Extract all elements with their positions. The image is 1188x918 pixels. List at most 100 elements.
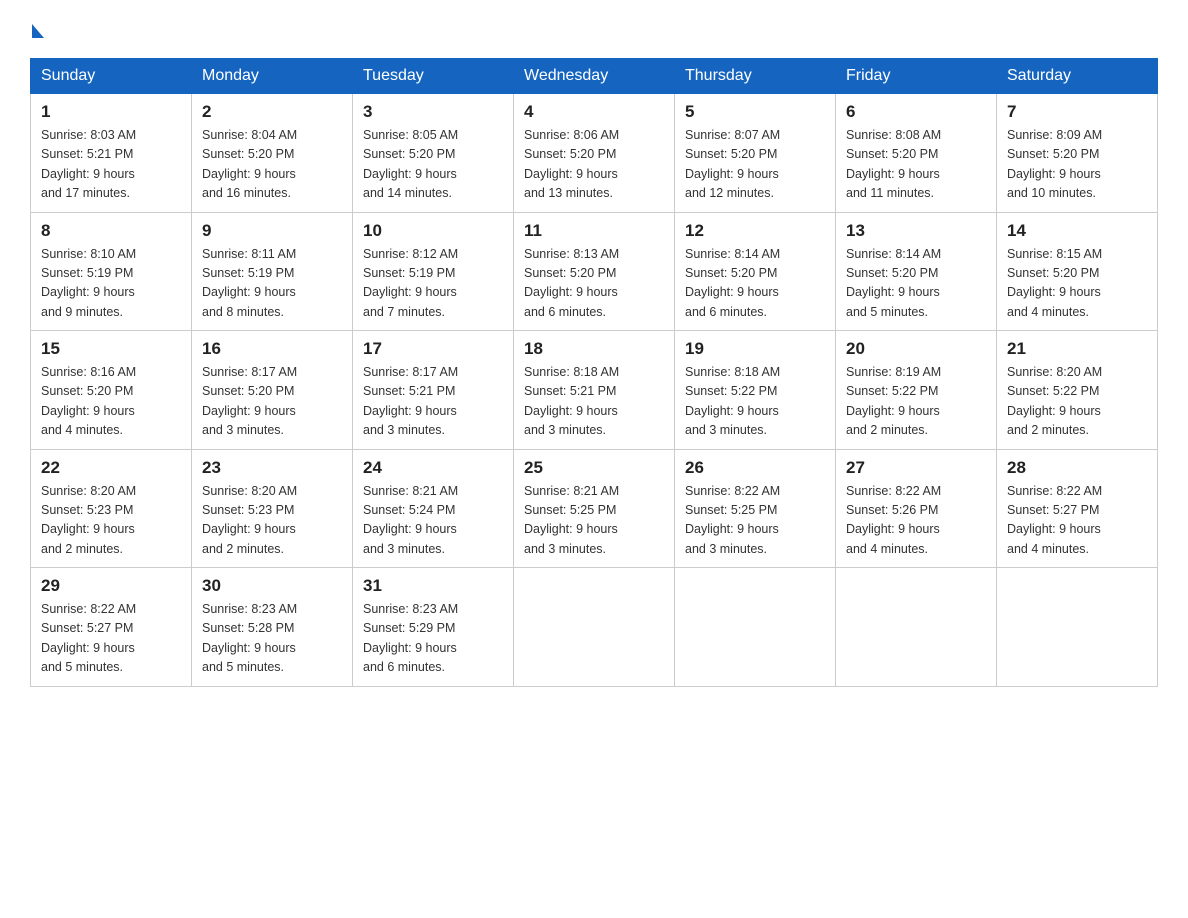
day-info: Sunrise: 8:21 AMSunset: 5:25 PMDaylight:… (524, 482, 664, 560)
calendar-cell: 6 Sunrise: 8:08 AMSunset: 5:20 PMDaylight… (836, 94, 997, 213)
day-number: 5 (685, 102, 825, 122)
day-info: Sunrise: 8:17 AMSunset: 5:20 PMDaylight:… (202, 363, 342, 441)
day-number: 9 (202, 221, 342, 241)
calendar-header: SundayMondayTuesdayWednesdayThursdayFrid… (31, 59, 1158, 94)
calendar-cell: 20Sunrise: 8:19 AMSunset: 5:22 PMDayligh… (836, 331, 997, 450)
calendar-cell: 23Sunrise: 8:20 AMSunset: 5:23 PMDayligh… (192, 449, 353, 568)
day-number: 3 (363, 102, 503, 122)
day-number: 2 (202, 102, 342, 122)
day-number: 8 (41, 221, 181, 241)
calendar-body: 1 Sunrise: 8:03 AMSunset: 5:21 PMDaylight… (31, 94, 1158, 687)
day-info: Sunrise: 8:04 AMSunset: 5:20 PMDaylight:… (202, 126, 342, 204)
day-info: Sunrise: 8:20 AMSunset: 5:22 PMDaylight:… (1007, 363, 1147, 441)
day-info: Sunrise: 8:14 AMSunset: 5:20 PMDaylight:… (846, 245, 986, 323)
calendar-cell: 30 Sunrise: 8:23 AMSunset: 5:28 PMDayligh… (192, 568, 353, 687)
calendar-cell: 2 Sunrise: 8:04 AMSunset: 5:20 PMDaylight… (192, 94, 353, 213)
calendar-cell: 12 Sunrise: 8:14 AMSunset: 5:20 PMDayligh… (675, 212, 836, 331)
logo-arrow-icon (32, 24, 44, 38)
calendar-week-row: 15Sunrise: 8:16 AMSunset: 5:20 PMDayligh… (31, 331, 1158, 450)
calendar-week-row: 1 Sunrise: 8:03 AMSunset: 5:21 PMDaylight… (31, 94, 1158, 213)
calendar-cell: 22 Sunrise: 8:20 AMSunset: 5:23 PMDayligh… (31, 449, 192, 568)
calendar-cell (997, 568, 1158, 687)
calendar-cell: 18 Sunrise: 8:18 AMSunset: 5:21 PMDayligh… (514, 331, 675, 450)
weekday-header-friday: Friday (836, 59, 997, 94)
day-info: Sunrise: 8:06 AMSunset: 5:20 PMDaylight:… (524, 126, 664, 204)
calendar-week-row: 22 Sunrise: 8:20 AMSunset: 5:23 PMDayligh… (31, 449, 1158, 568)
calendar-cell: 10 Sunrise: 8:12 AMSunset: 5:19 PMDayligh… (353, 212, 514, 331)
day-info: Sunrise: 8:03 AMSunset: 5:21 PMDaylight:… (41, 126, 181, 204)
calendar-cell: 1 Sunrise: 8:03 AMSunset: 5:21 PMDaylight… (31, 94, 192, 213)
weekday-header-thursday: Thursday (675, 59, 836, 94)
day-info: Sunrise: 8:14 AMSunset: 5:20 PMDaylight:… (685, 245, 825, 323)
day-number: 16 (202, 339, 342, 359)
day-number: 11 (524, 221, 664, 241)
calendar-cell: 17 Sunrise: 8:17 AMSunset: 5:21 PMDayligh… (353, 331, 514, 450)
day-info: Sunrise: 8:07 AMSunset: 5:20 PMDaylight:… (685, 126, 825, 204)
calendar-cell: 3 Sunrise: 8:05 AMSunset: 5:20 PMDaylight… (353, 94, 514, 213)
day-number: 24 (363, 458, 503, 478)
day-info: Sunrise: 8:23 AMSunset: 5:28 PMDaylight:… (202, 600, 342, 678)
day-info: Sunrise: 8:18 AMSunset: 5:21 PMDaylight:… (524, 363, 664, 441)
day-info: Sunrise: 8:18 AMSunset: 5:22 PMDaylight:… (685, 363, 825, 441)
day-number: 21 (1007, 339, 1147, 359)
calendar-cell: 25Sunrise: 8:21 AMSunset: 5:25 PMDayligh… (514, 449, 675, 568)
day-info: Sunrise: 8:21 AMSunset: 5:24 PMDaylight:… (363, 482, 503, 560)
calendar-cell: 14Sunrise: 8:15 AMSunset: 5:20 PMDayligh… (997, 212, 1158, 331)
day-number: 22 (41, 458, 181, 478)
calendar-cell: 19 Sunrise: 8:18 AMSunset: 5:22 PMDayligh… (675, 331, 836, 450)
day-info: Sunrise: 8:13 AMSunset: 5:20 PMDaylight:… (524, 245, 664, 323)
calendar-cell: 31 Sunrise: 8:23 AMSunset: 5:29 PMDayligh… (353, 568, 514, 687)
logo (30, 20, 44, 38)
day-number: 28 (1007, 458, 1147, 478)
calendar-week-row: 29Sunrise: 8:22 AMSunset: 5:27 PMDayligh… (31, 568, 1158, 687)
calendar-cell: 29Sunrise: 8:22 AMSunset: 5:27 PMDayligh… (31, 568, 192, 687)
calendar-cell (836, 568, 997, 687)
day-number: 30 (202, 576, 342, 596)
day-number: 27 (846, 458, 986, 478)
day-info: Sunrise: 8:12 AMSunset: 5:19 PMDaylight:… (363, 245, 503, 323)
calendar-cell: 13Sunrise: 8:14 AMSunset: 5:20 PMDayligh… (836, 212, 997, 331)
day-info: Sunrise: 8:10 AMSunset: 5:19 PMDaylight:… (41, 245, 181, 323)
day-number: 31 (363, 576, 503, 596)
day-number: 14 (1007, 221, 1147, 241)
weekday-header-tuesday: Tuesday (353, 59, 514, 94)
calendar-cell: 28 Sunrise: 8:22 AMSunset: 5:27 PMDayligh… (997, 449, 1158, 568)
day-info: Sunrise: 8:22 AMSunset: 5:25 PMDaylight:… (685, 482, 825, 560)
calendar-cell (514, 568, 675, 687)
weekday-header-wednesday: Wednesday (514, 59, 675, 94)
calendar-cell: 24 Sunrise: 8:21 AMSunset: 5:24 PMDayligh… (353, 449, 514, 568)
calendar-cell (675, 568, 836, 687)
calendar-cell: 21 Sunrise: 8:20 AMSunset: 5:22 PMDayligh… (997, 331, 1158, 450)
day-info: Sunrise: 8:22 AMSunset: 5:26 PMDaylight:… (846, 482, 986, 560)
day-info: Sunrise: 8:17 AMSunset: 5:21 PMDaylight:… (363, 363, 503, 441)
calendar-table: SundayMondayTuesdayWednesdayThursdayFrid… (30, 58, 1158, 687)
day-info: Sunrise: 8:08 AMSunset: 5:20 PMDaylight:… (846, 126, 986, 204)
calendar-cell: 27 Sunrise: 8:22 AMSunset: 5:26 PMDayligh… (836, 449, 997, 568)
day-info: Sunrise: 8:09 AMSunset: 5:20 PMDaylight:… (1007, 126, 1147, 204)
day-info: Sunrise: 8:05 AMSunset: 5:20 PMDaylight:… (363, 126, 503, 204)
weekday-header-saturday: Saturday (997, 59, 1158, 94)
weekday-header-sunday: Sunday (31, 59, 192, 94)
weekday-header-row: SundayMondayTuesdayWednesdayThursdayFrid… (31, 59, 1158, 94)
calendar-cell: 15Sunrise: 8:16 AMSunset: 5:20 PMDayligh… (31, 331, 192, 450)
calendar-cell: 5 Sunrise: 8:07 AMSunset: 5:20 PMDaylight… (675, 94, 836, 213)
day-info: Sunrise: 8:22 AMSunset: 5:27 PMDaylight:… (1007, 482, 1147, 560)
day-number: 10 (363, 221, 503, 241)
calendar-cell: 16 Sunrise: 8:17 AMSunset: 5:20 PMDayligh… (192, 331, 353, 450)
day-number: 19 (685, 339, 825, 359)
day-number: 12 (685, 221, 825, 241)
day-number: 6 (846, 102, 986, 122)
day-number: 7 (1007, 102, 1147, 122)
calendar-cell: 9Sunrise: 8:11 AMSunset: 5:19 PMDaylight… (192, 212, 353, 331)
day-number: 29 (41, 576, 181, 596)
day-number: 17 (363, 339, 503, 359)
day-number: 15 (41, 339, 181, 359)
day-number: 26 (685, 458, 825, 478)
calendar-cell: 26 Sunrise: 8:22 AMSunset: 5:25 PMDayligh… (675, 449, 836, 568)
day-number: 1 (41, 102, 181, 122)
weekday-header-monday: Monday (192, 59, 353, 94)
calendar-cell: 4Sunrise: 8:06 AMSunset: 5:20 PMDaylight… (514, 94, 675, 213)
day-info: Sunrise: 8:23 AMSunset: 5:29 PMDaylight:… (363, 600, 503, 678)
day-number: 18 (524, 339, 664, 359)
day-info: Sunrise: 8:20 AMSunset: 5:23 PMDaylight:… (41, 482, 181, 560)
